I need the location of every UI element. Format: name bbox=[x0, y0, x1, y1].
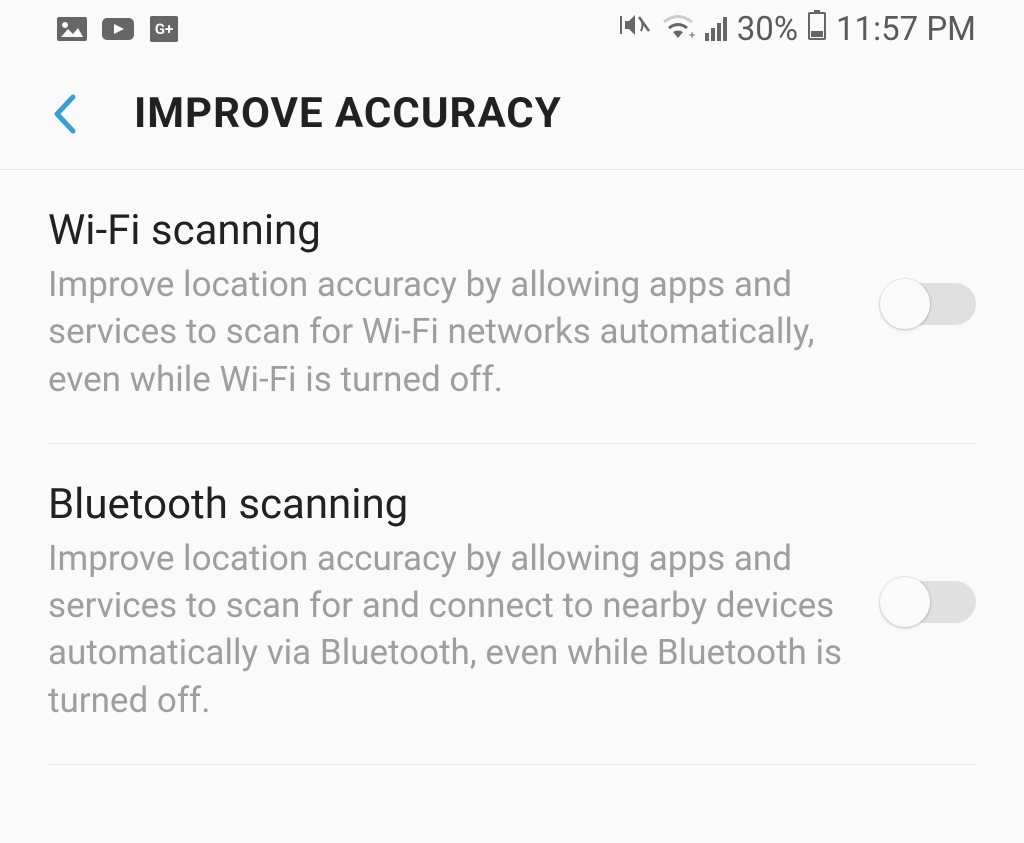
chevron-left-icon bbox=[51, 93, 77, 135]
wifi-scanning-toggle[interactable] bbox=[880, 277, 976, 331]
status-right-icons: + 30% 11:57 PM bbox=[619, 10, 976, 49]
svg-text:+: + bbox=[689, 29, 695, 40]
setting-text: Wi-Fi scanning Improve location accuracy… bbox=[48, 206, 880, 403]
gallery-notification-icon bbox=[56, 16, 88, 42]
wifi-icon: + bbox=[661, 10, 695, 49]
setting-text: Bluetooth scanning Improve location accu… bbox=[48, 480, 880, 724]
status-bar: G+ + 30% bbox=[0, 0, 1024, 58]
clock-time: 11:57 PM bbox=[836, 10, 976, 49]
battery-icon bbox=[808, 10, 826, 49]
page-title: IMPROVE ACCURACY bbox=[134, 89, 562, 138]
mute-vibrate-icon bbox=[619, 10, 651, 49]
app-bar: IMPROVE ACCURACY bbox=[0, 58, 1024, 170]
wifi-scanning-row[interactable]: Wi-Fi scanning Improve location accuracy… bbox=[48, 170, 976, 444]
back-button[interactable] bbox=[42, 92, 86, 136]
setting-description: Improve location accuracy by allowing ap… bbox=[48, 261, 850, 403]
setting-title: Wi-Fi scanning bbox=[48, 206, 850, 255]
bluetooth-scanning-row[interactable]: Bluetooth scanning Improve location accu… bbox=[48, 444, 976, 765]
settings-list: Wi-Fi scanning Improve location accuracy… bbox=[0, 170, 1024, 765]
svg-text:G+: G+ bbox=[155, 20, 173, 38]
bluetooth-scanning-toggle[interactable] bbox=[880, 575, 976, 629]
status-left-icons: G+ bbox=[56, 16, 180, 42]
cellular-signal-icon bbox=[705, 17, 727, 41]
setting-title: Bluetooth scanning bbox=[48, 480, 850, 529]
battery-percent: 30% bbox=[737, 10, 798, 49]
google-plus-notification-icon: G+ bbox=[148, 16, 180, 42]
setting-description: Improve location accuracy by allowing ap… bbox=[48, 535, 850, 724]
youtube-notification-icon bbox=[102, 16, 134, 42]
